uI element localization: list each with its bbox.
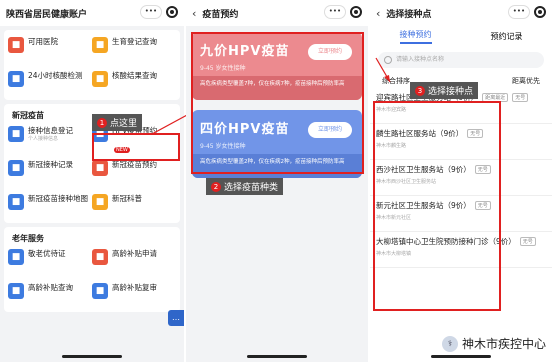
- step-number: 2: [211, 181, 221, 192]
- service-item[interactable]: ■ 新冠疫苗预约: [92, 157, 176, 185]
- chat-icon[interactable]: …: [168, 310, 184, 326]
- close-target-icon[interactable]: [350, 6, 362, 18]
- callout-step2: 2 选择疫苗种类: [206, 178, 284, 195]
- close-target-icon[interactable]: [534, 6, 546, 18]
- back-icon[interactable]: ‹: [192, 7, 196, 20]
- arrow-connector-3: [375, 57, 391, 83]
- callout-text: 点这里: [110, 119, 138, 129]
- service-label: 高龄补贴查询: [28, 283, 73, 292]
- hospital-icon: ■: [8, 37, 24, 53]
- service-item[interactable]: ■ 新冠科普: [92, 191, 176, 219]
- close-target-icon[interactable]: [166, 6, 178, 18]
- tab-records[interactable]: 预约记录: [491, 31, 523, 42]
- service-item[interactable]: ■ 生育登记查询: [92, 34, 176, 62]
- home-indicator: [247, 355, 307, 358]
- service-item[interactable]: ■ 核酸结果查询: [92, 68, 176, 96]
- page-title: 疫苗预约: [202, 9, 239, 20]
- callout-step3: 3 选择接种点: [410, 82, 479, 99]
- syringe-icon: ■: [92, 160, 108, 176]
- service-label: 高龄补贴申请: [112, 249, 157, 258]
- service-label: 新冠科普: [112, 194, 142, 203]
- section-title: 老年服务: [12, 234, 44, 243]
- map-icon: ■: [8, 194, 24, 210]
- service-item[interactable]: ■ 高龄补贴复审: [92, 280, 176, 308]
- home-indicator: [62, 355, 122, 358]
- cdc-logo-icon: ⚕: [441, 335, 458, 352]
- service-item[interactable]: ■ 新冠接种记录: [8, 157, 92, 185]
- callout-text: 选择疫苗种类: [224, 183, 279, 193]
- sort-distance[interactable]: 距离优先: [512, 76, 540, 86]
- panel3-header: ‹ 选择接种点 •••: [370, 0, 552, 26]
- service-label: 新冠接种记录: [28, 160, 73, 169]
- watermark: ⚕ 神木市疾控中心: [441, 335, 546, 352]
- highlight-site-list: [373, 101, 501, 311]
- senior-section: 老年服务 ■ 敬老优待证 ■ 高龄补贴申请 ■ 高龄补贴查询 ■ 高龄补贴复审: [4, 227, 180, 312]
- more-icon[interactable]: •••: [140, 5, 162, 19]
- service-label: 敬老优待证: [28, 249, 66, 258]
- search-input[interactable]: 请输入接种点名称: [378, 52, 544, 68]
- service-label: 新冠疫苗接种地图: [28, 194, 88, 203]
- tab-booking[interactable]: 接种预约: [399, 29, 432, 44]
- search-doc-icon: ■: [8, 283, 24, 299]
- capsule-menu[interactable]: •••: [324, 5, 362, 19]
- service-label: 可用医院: [28, 37, 58, 46]
- service-item[interactable]: ■ 24小时核酸检测: [8, 68, 92, 96]
- page-title: 选择接种点: [386, 9, 432, 20]
- more-icon[interactable]: •••: [324, 5, 346, 19]
- capsule-menu[interactable]: •••: [508, 5, 546, 19]
- service-item[interactable]: ■ 接种信息登记 个人接种信息: [8, 123, 92, 151]
- callout-step1: 1 点这里: [92, 114, 143, 131]
- service-label: 生育登记查询: [112, 37, 157, 46]
- record-icon: ■: [8, 160, 24, 176]
- site-tag2: 无号: [512, 93, 529, 102]
- register-icon: ■: [8, 126, 24, 142]
- callout-text: 选择接种点: [428, 87, 474, 97]
- step-number: 1: [97, 117, 107, 128]
- service-label: 接种信息登记: [28, 126, 73, 135]
- step-number: 3: [415, 85, 425, 96]
- service-item[interactable]: ■ 新冠疫苗接种地图: [8, 191, 92, 219]
- top-services: ■ 可用医院 ■ 生育登记查询 ■ 24小时核酸检测 ■ 核酸结果查询: [4, 30, 180, 100]
- service-label: 核酸结果查询: [112, 71, 157, 80]
- site-tag: 无号: [519, 237, 536, 246]
- home-indicator: [431, 355, 491, 358]
- more-icon[interactable]: •••: [508, 5, 530, 19]
- service-item[interactable]: ■ 高龄补贴查询: [8, 280, 92, 308]
- review-icon: ■: [92, 283, 108, 299]
- watermark-text: 神木市疾控中心: [461, 337, 546, 351]
- highlight-vaccine-cards: [191, 32, 364, 174]
- service-item[interactable]: ■ 可用医院: [8, 34, 92, 62]
- result-icon: ■: [92, 71, 108, 87]
- service-item[interactable]: ■ 高龄补贴申请: [92, 246, 176, 274]
- health-account-panel: 陕西省居民健康账户 ••• ■ 可用医院 ■ 生育登记查询 ■ 24小时核酸检测 ■ 核酸结果…: [0, 0, 184, 362]
- panel1-header: 陕西省居民健康账户 •••: [0, 0, 184, 26]
- service-label: 新冠疫苗预约: [112, 160, 157, 169]
- panel2-header: ‹ 疫苗预约 •••: [186, 0, 368, 26]
- capsule-menu[interactable]: •••: [140, 5, 178, 19]
- page-title: 陕西省居民健康账户: [6, 9, 88, 20]
- test-tube-icon: ■: [8, 71, 24, 87]
- baby-icon: ■: [92, 37, 108, 53]
- back-icon[interactable]: ‹: [376, 7, 380, 20]
- service-label: 24小时核酸检测: [28, 71, 83, 80]
- science-icon: ■: [92, 194, 108, 210]
- apply-icon: ■: [92, 249, 108, 265]
- card-icon: ■: [8, 249, 24, 265]
- service-item[interactable]: ■ 敬老优待证: [8, 246, 92, 274]
- service-label: 高龄补贴复审: [112, 283, 157, 292]
- service-sub: 个人接种信息: [28, 136, 59, 142]
- tab-bar: 接种预约 预约记录: [370, 26, 552, 46]
